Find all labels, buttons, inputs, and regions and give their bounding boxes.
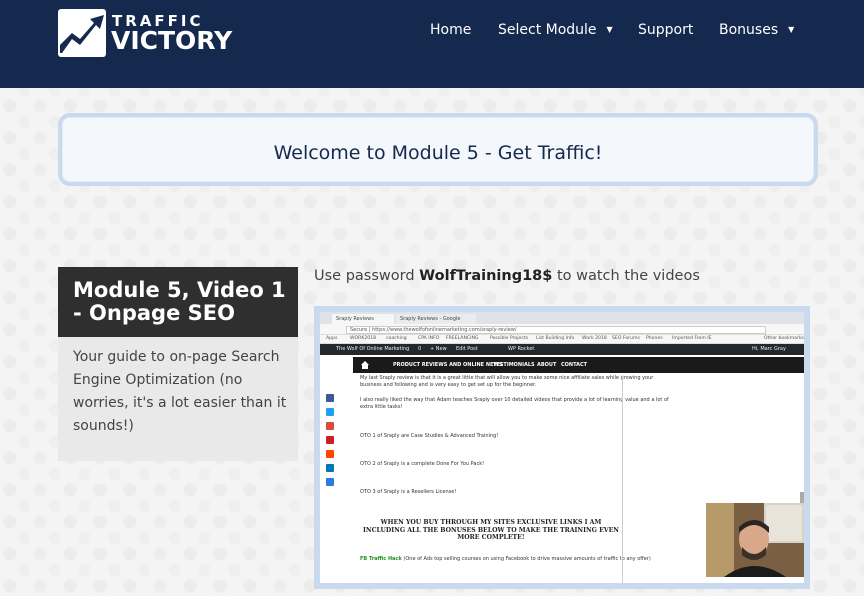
site-nav-item: CONTACT — [561, 362, 588, 368]
article-line: OTO 1 of Sraply are Case Studies & Advan… — [360, 433, 499, 439]
fb-traffic-line: FB Traffic Hack (One of Ads top selling … — [360, 556, 651, 563]
browser-tab: Sraply Reviews - Google — [396, 314, 476, 324]
nav-home[interactable]: Home — [430, 22, 471, 38]
bonus-heading: WHEN YOU BUY THROUGH MY SITES EXCLUSIVE … — [363, 519, 619, 541]
browser-tab: Sraply Reviews — [332, 314, 394, 324]
fb-traffic-text: (One of Ads top selling courses on using… — [401, 556, 651, 562]
bookmark: Imported From IE — [672, 336, 712, 341]
pinterest-share-icon — [326, 436, 334, 444]
password-value: WolfTraining18$ — [419, 268, 553, 284]
bookmark: Possible Projects — [490, 336, 529, 341]
bookmark: SEO Forums — [612, 336, 640, 341]
bookmark: List Building Info — [536, 336, 575, 341]
wp-item: The Wolf Of Online Marketing — [336, 346, 410, 352]
welcome-title: Welcome to Module 5 - Get Traffic! — [273, 142, 603, 164]
wp-admin-bar: The Wolf Of Online Marketing 0 + New Edi… — [320, 344, 804, 355]
module-description: Your guide to on-page Search Engine Opti… — [73, 349, 287, 434]
wp-item: 0 — [418, 346, 422, 352]
nav-bonuses[interactable]: Bonuses ▼ — [719, 22, 794, 38]
site-nav-item: ABOUT — [537, 362, 557, 368]
module-card-header: Module 5, Video 1 - Onpage SEO — [58, 267, 298, 337]
nav-home-label: Home — [430, 22, 472, 38]
bookmark: FREELANCING — [446, 336, 479, 341]
password-instructions: Use password WolfTraining18$ to watch th… — [314, 268, 700, 284]
browser-url: Secure | https://www.thewolfofonlinemark… — [346, 326, 766, 334]
reddit-share-icon — [326, 450, 334, 458]
main-nav: Home Select Module ▼ Support Bonuses ▼ — [0, 22, 864, 40]
site-nav-bar: PRODUCT REVIEWS AND ONLINE NEWS TESTIMON… — [353, 357, 804, 373]
site-nav-item: PRODUCT REVIEWS AND ONLINE NEWS — [393, 362, 503, 368]
nav-select-module[interactable]: Select Module ▼ — [498, 22, 613, 38]
nav-bonuses-label: Bonuses — [719, 22, 779, 38]
presenter-image — [706, 503, 804, 577]
twitter-share-icon — [326, 408, 334, 416]
facebook-share-icon — [326, 394, 334, 402]
article-line: OTO 3 of Sraply is a Resellers License! — [360, 489, 457, 495]
caret-down-icon: ▼ — [606, 25, 613, 34]
nav-support-label: Support — [638, 22, 694, 38]
bookmark: CPA INFO — [418, 336, 440, 341]
site-header: TRAFFIC VICTORY Home Select Module ▼ Supp… — [0, 0, 864, 88]
webcam-overlay — [706, 503, 804, 577]
wp-item: WP Rocket — [508, 346, 535, 352]
browser-urlbar: Secure | https://www.thewolfofonlinemark… — [320, 324, 804, 335]
article-line: business and following and is very easy … — [360, 382, 537, 388]
module-card-body: Your guide to on-page Search Engine Opti… — [58, 337, 298, 461]
video-frame[interactable]: Sraply Reviews Sraply Reviews - Google S… — [320, 312, 804, 583]
nav-support[interactable]: Support — [638, 22, 693, 38]
welcome-banner: Welcome to Module 5 - Get Traffic! — [58, 113, 818, 186]
bookmark: Phones — [646, 336, 663, 341]
googleplus-share-icon — [326, 422, 334, 430]
share-plus-icon — [326, 478, 334, 486]
nav-select-module-label: Select Module — [498, 22, 597, 38]
linkedin-share-icon — [326, 464, 334, 472]
article-line: extra little tasks! — [360, 404, 403, 410]
article-line: OTO 2 of Sraply is a complete Done For Y… — [360, 461, 485, 467]
bookmark: coaching — [386, 336, 407, 341]
password-suffix: to watch the videos — [552, 268, 700, 284]
browser-bookmarks: Apps WORK2018 coaching CPA INFO FREELANC… — [320, 335, 804, 344]
site-nav-item: TESTIMONIALS — [493, 362, 535, 368]
browser-tabbar: Sraply Reviews Sraply Reviews - Google — [320, 312, 804, 324]
module-title: Module 5, Video 1 - Onpage SEO — [73, 278, 286, 325]
article-divider — [622, 375, 623, 583]
fb-traffic-label: FB Traffic Hack — [360, 556, 402, 562]
home-icon — [361, 361, 369, 369]
bookmark: Work 2018 — [582, 336, 607, 341]
wp-item: Edit Post — [456, 346, 478, 352]
caret-down-icon: ▼ — [788, 25, 795, 34]
wp-item: Hi, Marc Gray — [752, 346, 786, 352]
bookmark: Other bookmarks — [764, 336, 804, 341]
password-prefix: Use password — [314, 268, 420, 284]
bookmark: Apps — [326, 336, 338, 341]
bookmark: WORK2018 — [350, 336, 377, 341]
wp-item: + New — [430, 346, 447, 352]
video-player[interactable]: Sraply Reviews Sraply Reviews - Google S… — [314, 306, 810, 589]
article-line: My last Sraply review is that it is a gr… — [360, 375, 654, 381]
